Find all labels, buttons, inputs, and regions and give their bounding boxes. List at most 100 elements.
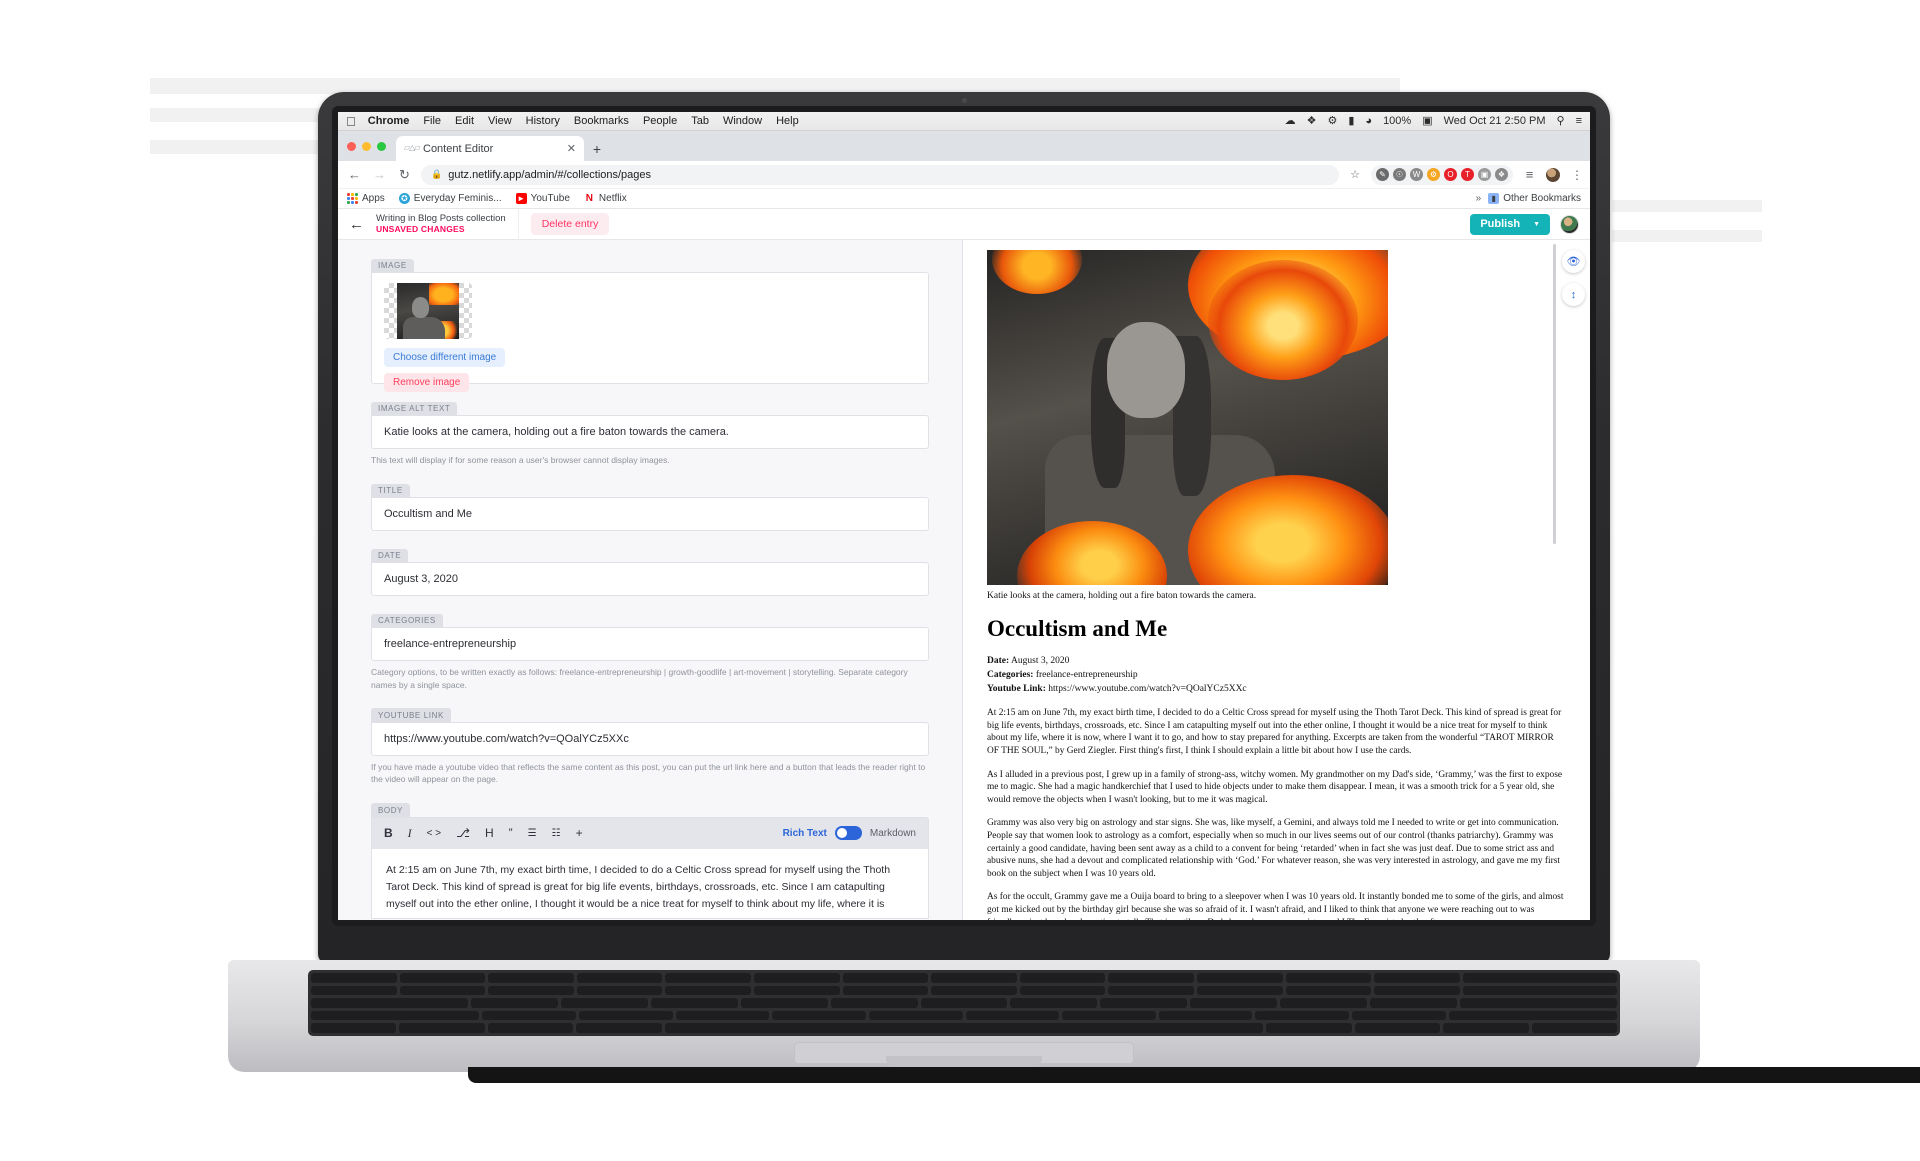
minimize-window-button[interactable] xyxy=(362,141,371,151)
rich-text-label[interactable]: Rich Text xyxy=(783,828,827,839)
opera-icon[interactable]: O xyxy=(1444,168,1457,181)
display-icon[interactable]: ▮ xyxy=(1348,115,1354,127)
bookmark-youtube[interactable]: ► YouTube xyxy=(515,193,570,204)
menu-item-window[interactable]: Window xyxy=(723,115,762,127)
rich-text-toolbar: B I < > ⎇ H ” ☰ ☷ + Rich Text Markdown xyxy=(371,816,929,849)
user-avatar[interactable] xyxy=(1560,214,1579,234)
date-input[interactable]: August 3, 2020 xyxy=(371,562,929,597)
youtube-link-input[interactable]: https://www.youtube.com/watch?v=QOalYCz5… xyxy=(371,721,929,756)
back-arrow-icon[interactable]: ← xyxy=(349,217,364,232)
menu-item-view[interactable]: View xyxy=(488,115,512,127)
quote-icon[interactable]: ” xyxy=(509,826,513,840)
back-arrow-icon[interactable]: ← xyxy=(346,167,363,182)
bookmark-netflix[interactable]: N Netflix xyxy=(583,193,627,204)
field-label-date: DATE xyxy=(371,548,409,563)
bookmarks-overflow-icon[interactable]: » xyxy=(1476,193,1482,204)
delete-entry-button[interactable]: Delete entry xyxy=(530,213,610,235)
heading-icon[interactable]: H xyxy=(485,826,494,840)
field-label-image: IMAGE xyxy=(371,258,414,272)
eyedropper-icon[interactable]: ✎ xyxy=(1376,168,1389,181)
menu-bar-status-area: ☁ ❖ ⚙ ▮ ◕ 100% ▣ Wed Oct 21 2:50 PM ⚲ ≡ xyxy=(1285,115,1582,127)
publish-button[interactable]: Publish ▼ xyxy=(1470,213,1550,235)
folder-icon: ▮ xyxy=(1488,193,1500,204)
toolbar-icon[interactable]: ▣ xyxy=(1478,168,1491,181)
tab-title: Content Editor xyxy=(423,142,494,155)
reading-list-icon[interactable]: ≡ xyxy=(1521,167,1538,182)
bullet-list-icon[interactable]: ☰ xyxy=(528,828,537,839)
editor-mode-toggle[interactable] xyxy=(834,826,862,841)
new-tab-button[interactable]: + xyxy=(584,136,610,161)
reload-icon[interactable]: ↻ xyxy=(396,167,413,183)
eye-icon[interactable]: 👁 xyxy=(1562,250,1585,273)
preview-hero-image xyxy=(987,250,1388,585)
vertical-arrows-icon[interactable]: ↕ xyxy=(1562,283,1585,306)
menu-item-bookmarks[interactable]: Bookmarks xyxy=(574,115,629,127)
figure-head-shape xyxy=(1107,322,1185,418)
forward-arrow-icon[interactable]: → xyxy=(371,167,388,182)
menu-item-chrome[interactable]: Chrome xyxy=(368,115,410,127)
categories-hint: Category options, to be written exactly … xyxy=(371,667,908,690)
kebab-menu-icon[interactable]: ⋮ xyxy=(1568,168,1583,182)
preview-paragraph: As for the occult, Grammy gave me a Ouij… xyxy=(987,892,1564,920)
image-widget: Choose different image Remove image xyxy=(371,272,929,392)
bookmarks-bar-right: » ▮ Other Bookmarks xyxy=(1476,193,1581,204)
puzzle-icon[interactable]: ❖ xyxy=(1495,168,1508,181)
bookmark-everyday-feminism[interactable]: ✪ Everyday Feminis... xyxy=(398,193,502,204)
bookmark-apps[interactable]: Apps xyxy=(347,193,385,204)
profile-avatar[interactable] xyxy=(1546,167,1560,182)
italic-icon[interactable]: I xyxy=(408,826,412,841)
menu-item-people[interactable]: People xyxy=(643,115,677,127)
control-center-icon[interactable]: ≡ xyxy=(1576,115,1582,127)
maximize-window-button[interactable] xyxy=(377,141,386,151)
wifi-icon[interactable]: ◕ xyxy=(1365,115,1372,127)
background-strip xyxy=(1612,230,1762,242)
close-icon[interactable]: ✕ xyxy=(567,142,576,155)
other-bookmarks-folder[interactable]: ▮ Other Bookmarks xyxy=(1488,193,1581,204)
bold-icon[interactable]: B xyxy=(384,826,393,840)
image-thumbnail[interactable] xyxy=(384,283,472,339)
remove-image-button[interactable]: Remove image xyxy=(384,373,470,392)
search-icon[interactable]: ⚲ xyxy=(1557,115,1565,127)
battery-icon[interactable]: ▣ xyxy=(1422,115,1432,127)
alt-text-input[interactable]: Katie looks at the camera, holding out a… xyxy=(371,415,929,449)
cms-body: IMAGE Choose different image Remove imag… xyxy=(338,240,1590,920)
vpn-icon[interactable]: ⚙ xyxy=(1327,115,1337,127)
menu-item-help[interactable]: Help xyxy=(776,115,799,127)
wordpress-icon[interactable]: W xyxy=(1410,168,1423,181)
screenshot-stage:  Chrome File Edit View History Bookmark… xyxy=(0,0,1920,1161)
keyboard-row xyxy=(311,1023,1618,1033)
numbered-list-icon[interactable]: ☷ xyxy=(552,828,561,839)
menu-item-tab[interactable]: Tab xyxy=(691,115,709,127)
field-youtube-link: YOUTUBE LINK https://www.youtube.com/wat… xyxy=(371,704,929,786)
shield-icon[interactable]: ☉ xyxy=(1393,168,1406,181)
body-textarea[interactable]: At 2:15 am on June 7th, my exact birth t… xyxy=(371,848,929,919)
editor-mode-switch: Rich Text Markdown xyxy=(783,826,916,841)
title-input[interactable]: Occultism and Me xyxy=(371,497,929,532)
bookmark-star-icon[interactable]: ☆ xyxy=(1347,168,1363,181)
preview-meta: Date: August 3, 2020 Categories: freelan… xyxy=(987,655,1566,696)
add-component-icon[interactable]: + xyxy=(576,826,583,840)
bookmark-label: Everyday Feminis... xyxy=(413,193,502,204)
laptop-deck xyxy=(228,960,1700,1072)
address-bar[interactable]: 🔒 gutz.netlify.app/admin/#/collections/p… xyxy=(421,164,1340,185)
gear-icon[interactable]: ⚙ xyxy=(1427,168,1440,181)
menu-item-history[interactable]: History xyxy=(526,115,560,127)
menu-item-edit[interactable]: Edit xyxy=(455,115,474,127)
link-icon[interactable]: ⎇ xyxy=(456,826,470,840)
grammarly-icon[interactable]: T xyxy=(1461,168,1474,181)
categories-input[interactable]: freelance-entrepreneurship xyxy=(371,627,929,662)
bookmark-label: Apps xyxy=(362,193,385,204)
cloud-icon[interactable]: ☁ xyxy=(1285,115,1296,127)
chevron-down-icon[interactable]: ▼ xyxy=(1533,221,1540,228)
browser-tab[interactable]: ▱△▱ Content Editor ✕ xyxy=(396,136,584,161)
choose-different-image-button[interactable]: Choose different image xyxy=(384,348,506,367)
markdown-label[interactable]: Markdown xyxy=(870,828,916,839)
clock-label[interactable]: Wed Oct 21 2:50 PM xyxy=(1444,115,1546,127)
preview-pane: Katie looks at the camera, holding out a… xyxy=(963,240,1590,920)
netlify-cms-app: ← Writing in Blog Posts collection UNSAV… xyxy=(338,208,1590,920)
apple-logo-icon[interactable]:  xyxy=(346,115,356,128)
close-window-button[interactable] xyxy=(347,141,356,151)
menu-item-file[interactable]: File xyxy=(423,115,441,127)
dropbox-icon[interactable]: ❖ xyxy=(1307,115,1317,127)
code-icon[interactable]: < > xyxy=(427,828,441,839)
